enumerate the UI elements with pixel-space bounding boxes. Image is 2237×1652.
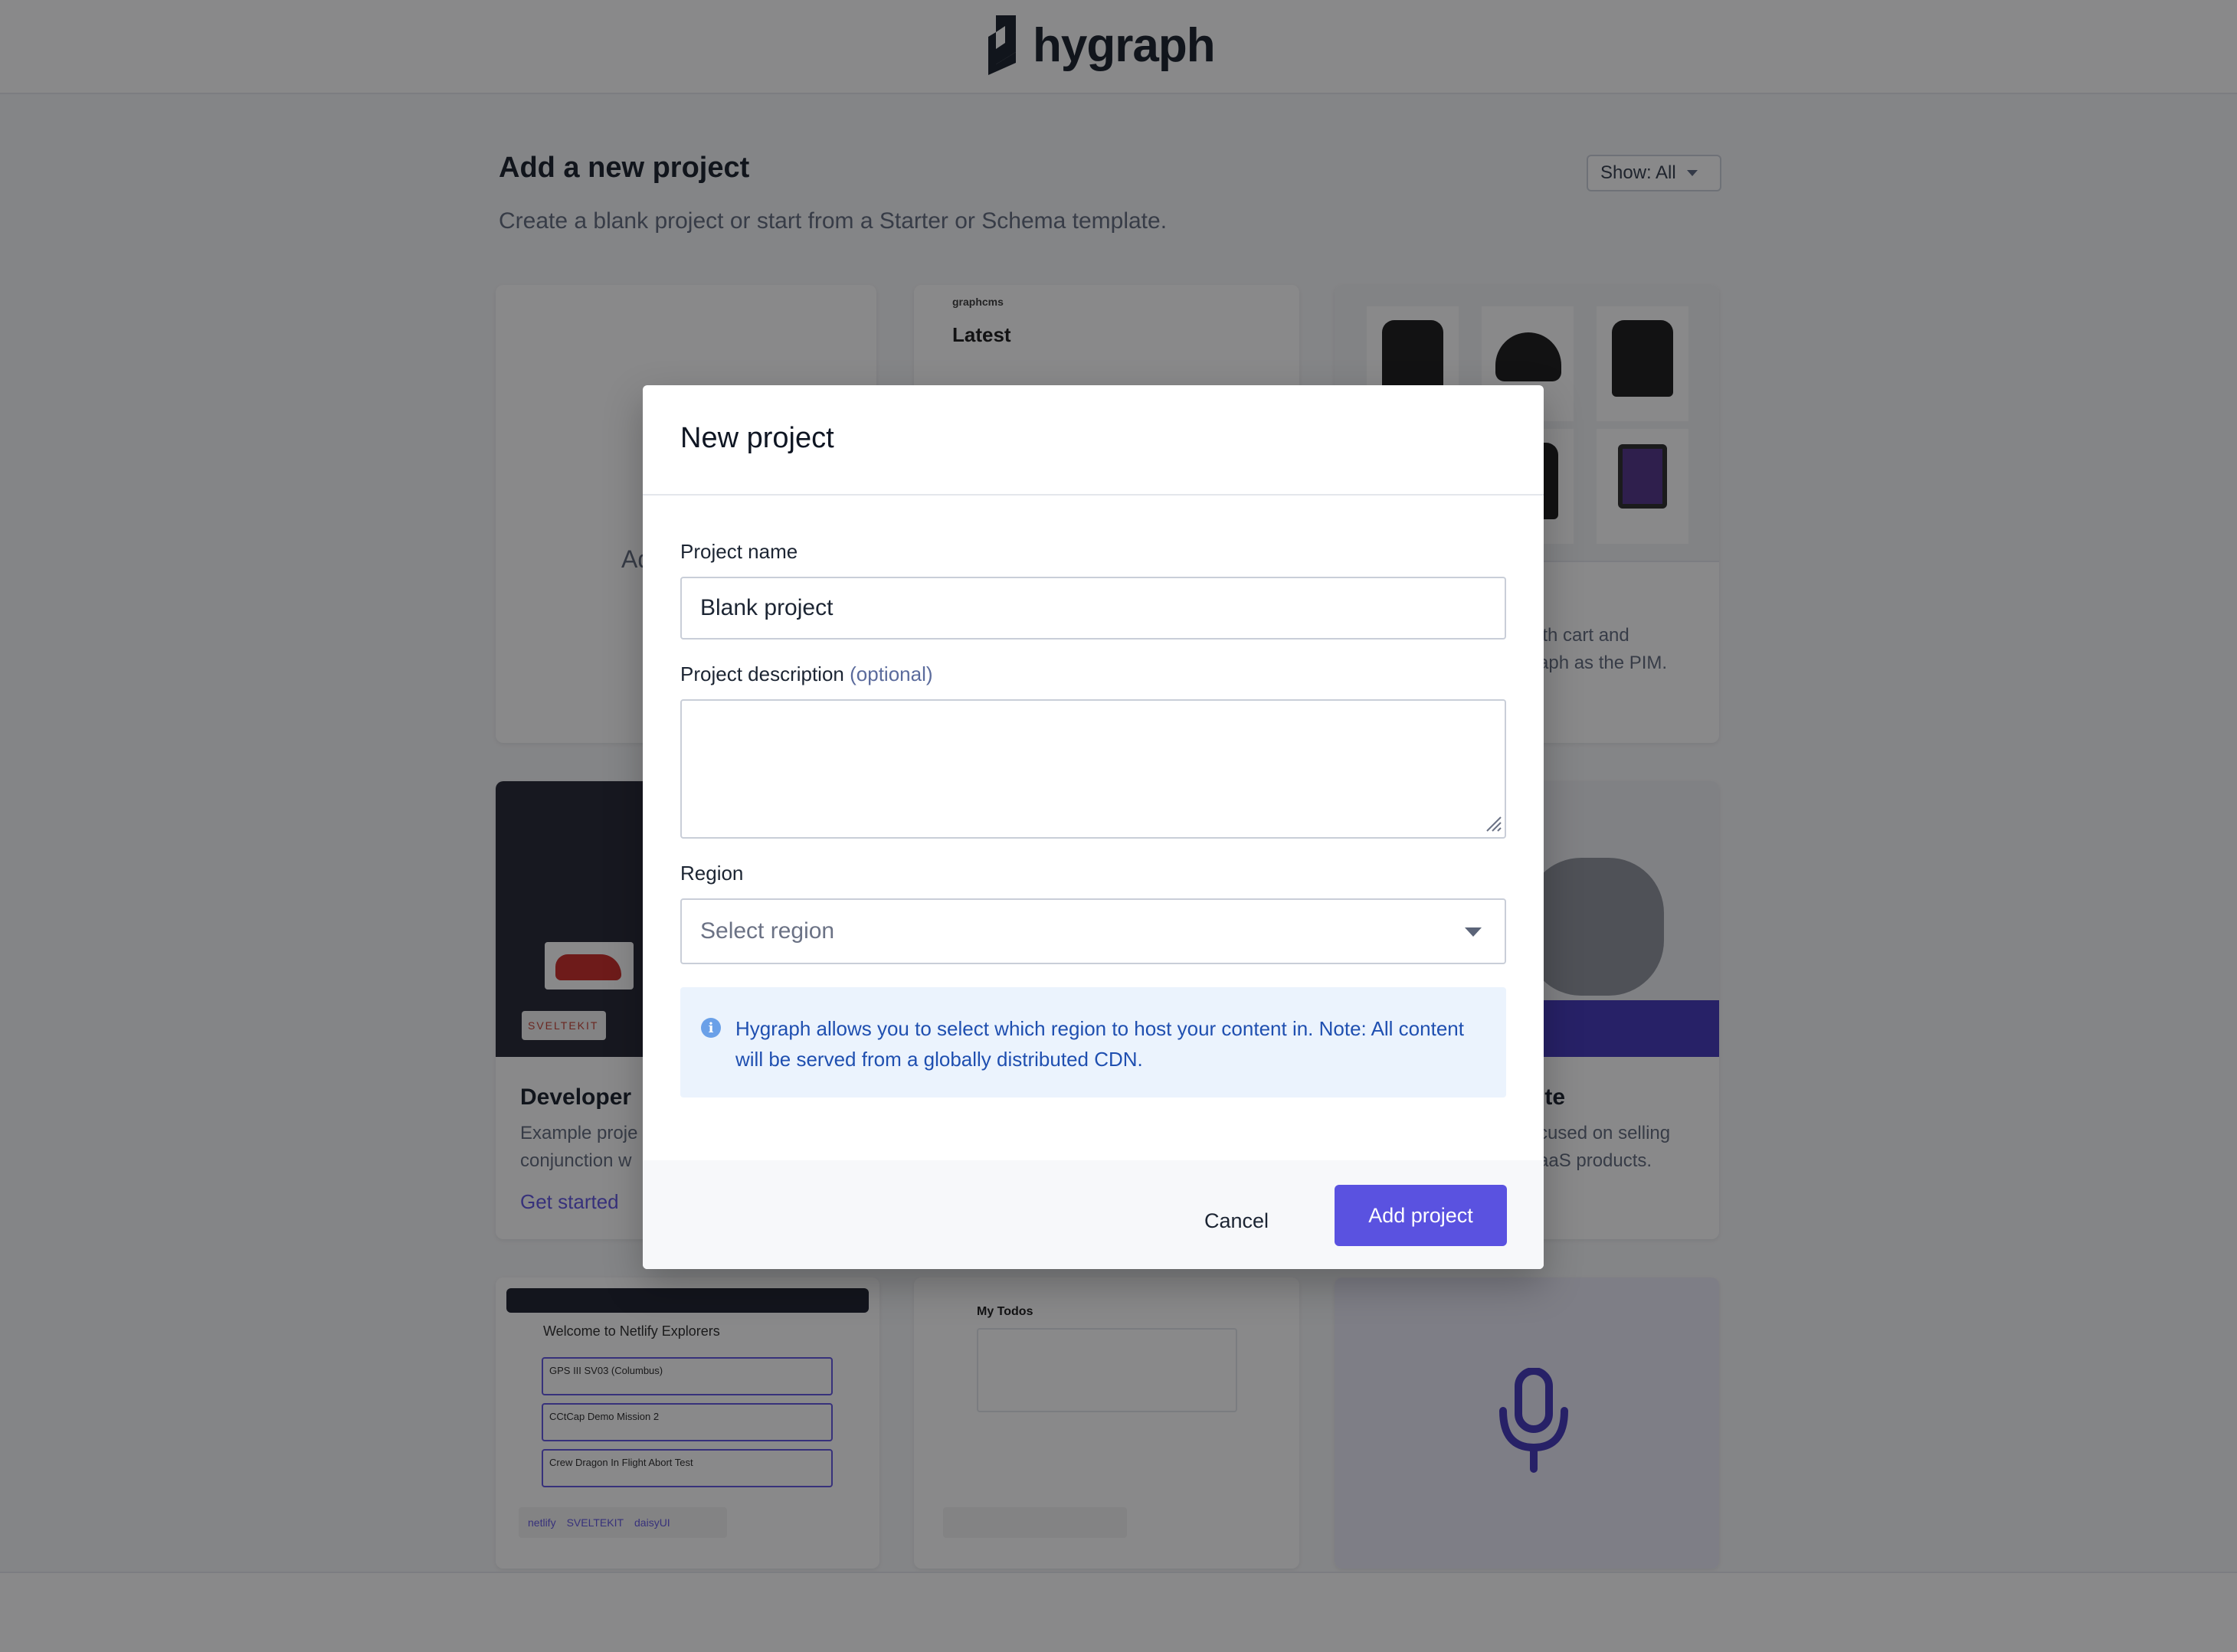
description-label-text: Project description [680,662,844,685]
region-placeholder: Select region [700,918,835,944]
project-description-label: Project description (optional) [680,662,933,686]
project-name-input[interactable] [680,577,1506,640]
region-info-callout: i Hygraph allows you to select which reg… [680,987,1506,1098]
region-select[interactable]: Select region [680,898,1506,964]
new-project-dialog: New project Project name Project descrip… [643,385,1544,1269]
info-icon: i [701,1018,721,1038]
optional-hint: (optional) [850,662,933,685]
region-label: Region [680,862,744,885]
dialog-title: New project [680,422,834,454]
dialog-header: New project [643,385,1544,496]
cancel-button[interactable]: Cancel [1179,1191,1294,1251]
project-name-label: Project name [680,540,798,563]
project-description-textarea[interactable] [680,699,1506,839]
resize-grip-icon[interactable] [1484,814,1502,833]
dialog-footer: Cancel Add project [643,1160,1544,1269]
add-project-button[interactable]: Add project [1335,1185,1507,1246]
chevron-down-icon [1465,927,1482,937]
info-message: Hygraph allows you to select which regio… [735,1017,1464,1071]
